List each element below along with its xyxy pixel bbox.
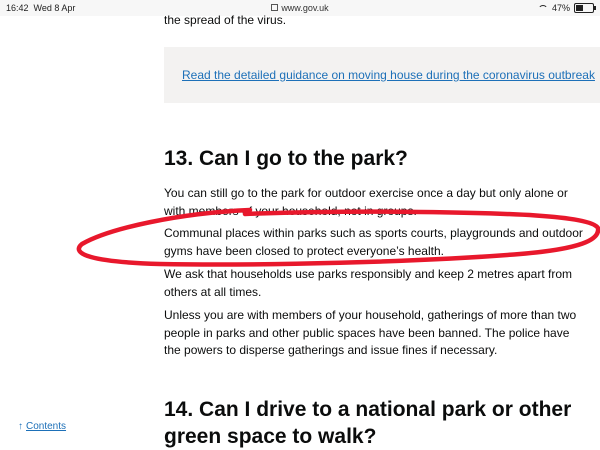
red-hand-drawn-circle-annotation (76, 207, 600, 267)
